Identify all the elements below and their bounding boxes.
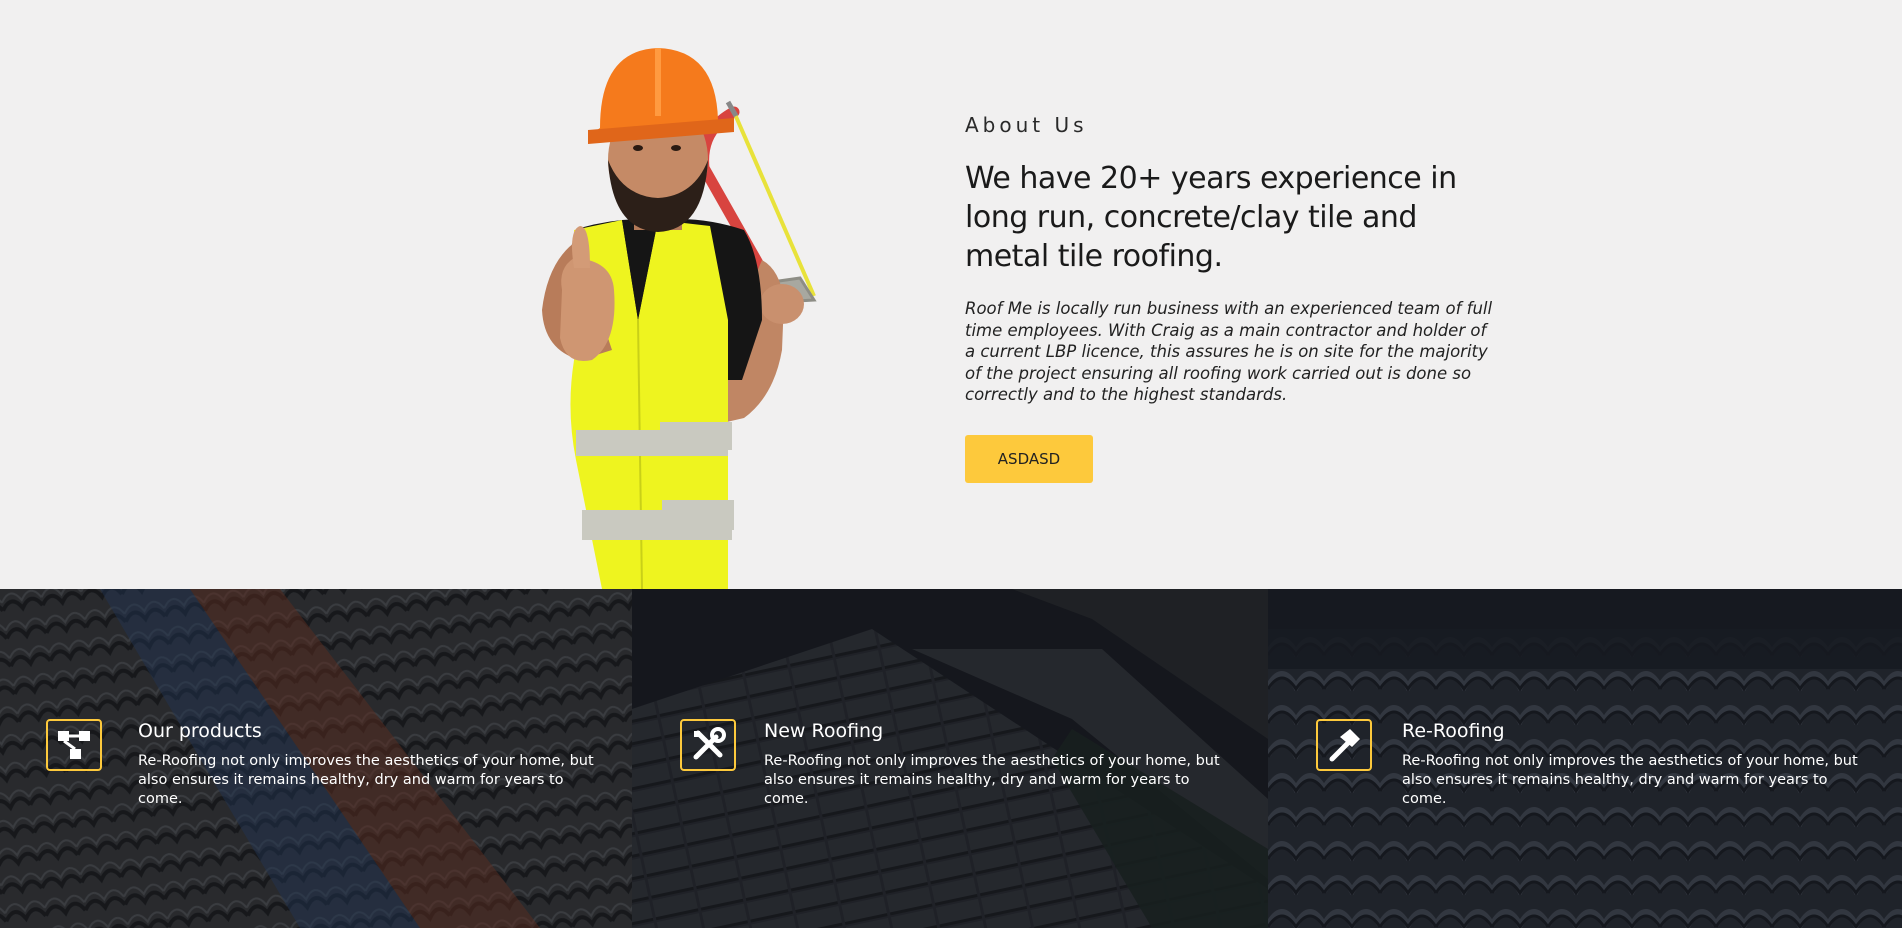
feature-card-new-roofing[interactable]: New Roofing Re-Roofing not only improves… [632,589,1268,928]
hammer-icon [1316,719,1372,771]
sitemap-icon [46,719,102,771]
feature-description: Re-Roofing not only improves the aesthet… [138,753,594,807]
feature-description: Re-Roofing not only improves the aesthet… [1402,753,1858,807]
features-section: Our products Re-Roofing not only improve… [0,589,1902,928]
about-description: Roof Me is locally run business with an … [965,299,1493,404]
worker-image [542,48,817,589]
about-section: About Us We have 20+ years experience in… [0,0,1902,589]
about-headline: We have 20+ years experience in long run… [965,161,1457,274]
about-content: About Us We have 20+ years experience in… [965,113,1505,483]
feature-description: Re-Roofing not only improves the aesthet… [764,753,1220,807]
feature-card-re-roofing[interactable]: Re-Roofing Re-Roofing not only improves … [1268,589,1902,928]
section-eyebrow: About Us [965,113,1088,137]
feature-title: Re-Roofing [1402,720,1505,742]
feature-title: Our products [138,720,262,742]
feature-card-our-products[interactable]: Our products Re-Roofing not only improve… [0,589,632,928]
cta-button[interactable]: ASDASD [965,434,1093,483]
feature-title: New Roofing [764,720,884,742]
tools-icon [680,719,736,771]
